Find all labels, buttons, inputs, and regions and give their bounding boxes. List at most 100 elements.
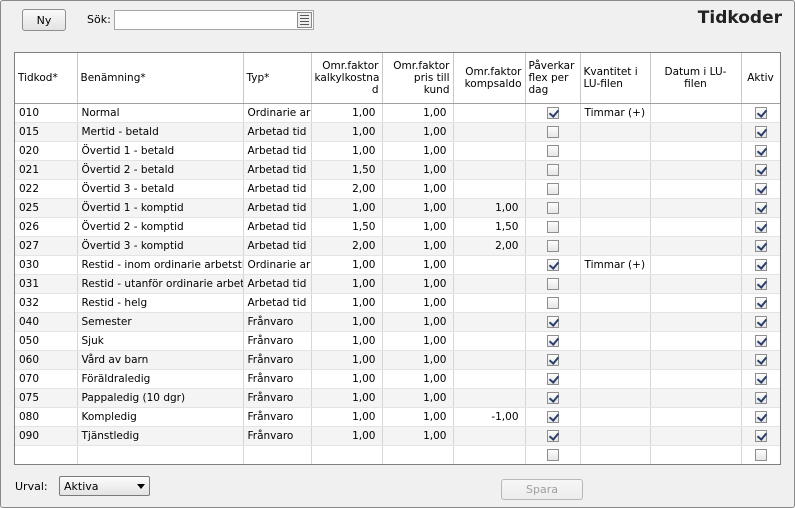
table-row[interactable]: [15, 445, 780, 464]
col-datum-cell[interactable]: [650, 369, 742, 389]
col-datum-cell[interactable]: [650, 236, 742, 256]
col-tidkod-cell[interactable]: [15, 445, 78, 464]
aktiv-checkbox[interactable]: [754, 410, 767, 423]
aktiv-checkbox[interactable]: [754, 277, 767, 290]
col-typ-cell[interactable]: Frånvaro: [243, 369, 312, 389]
col-benamning-cell[interactable]: Övertid 3 - betald: [77, 179, 244, 199]
table-row[interactable]: 080 Kompledig Frånvaro 1,00 1,00 -1,00: [15, 407, 780, 427]
col-omr-kalk-cell[interactable]: 1,00: [311, 407, 383, 427]
table-row[interactable]: 022 Övertid 3 - betald Arbetad tid 2,00 1,00: [15, 179, 780, 199]
table-row[interactable]: 031 Restid - utanför ordinarie arbetst Arb…: [15, 274, 780, 294]
col-datum-header[interactable]: Datum i LU-filen: [650, 53, 742, 104]
col-omr-komp-cell[interactable]: [453, 160, 526, 180]
paverkar-flex-checkbox[interactable]: [546, 448, 559, 461]
col-datum-cell[interactable]: [650, 122, 742, 142]
col-tidkod-cell[interactable]: 050: [15, 331, 78, 351]
aktiv-checkbox[interactable]: [754, 258, 767, 271]
col-benamning-cell[interactable]: Föräldraledig: [77, 369, 244, 389]
col-omr-komp-cell[interactable]: [453, 369, 526, 389]
col-benamning-cell[interactable]: Kompledig: [77, 407, 244, 427]
col-typ-cell[interactable]: Arbetad tid: [243, 217, 312, 237]
paverkar-flex-checkbox[interactable]: [546, 106, 559, 119]
col-typ-cell[interactable]: Frånvaro: [243, 407, 312, 427]
col-datum-cell[interactable]: [650, 407, 742, 427]
table-row[interactable]: 050 Sjuk Frånvaro 1,00 1,00: [15, 331, 780, 351]
col-kvantitet-cell[interactable]: [580, 160, 651, 180]
col-typ-cell[interactable]: Frånvaro: [243, 312, 312, 332]
col-tidkod-cell[interactable]: 075: [15, 388, 78, 408]
aktiv-checkbox[interactable]: [754, 391, 767, 404]
table-row[interactable]: 040 Semester Frånvaro 1,00 1,00: [15, 312, 780, 332]
aktiv-checkbox[interactable]: [754, 372, 767, 385]
col-omr-komp-cell[interactable]: [453, 331, 526, 351]
col-omr-pris-cell[interactable]: 1,00: [382, 236, 454, 256]
col-typ-cell[interactable]: Arbetad tid: [243, 160, 312, 180]
col-tidkod-cell[interactable]: 010: [15, 103, 78, 123]
col-typ-cell[interactable]: Arbetad tid: [243, 198, 312, 218]
col-omr-kalk-cell[interactable]: 1,50: [311, 160, 383, 180]
aktiv-checkbox[interactable]: [754, 201, 767, 214]
col-omr-kalk-cell[interactable]: 1,00: [311, 312, 383, 332]
col-kvantitet-cell[interactable]: [580, 369, 651, 389]
aktiv-checkbox[interactable]: [754, 239, 767, 252]
col-typ-cell[interactable]: Ordinarie arb: [243, 103, 312, 123]
col-benamning-cell[interactable]: Mertid - betald: [77, 122, 244, 142]
filter-select[interactable]: Aktiva: [59, 476, 150, 496]
col-omr-pris-cell[interactable]: 1,00: [382, 274, 454, 294]
col-kvantitet-cell[interactable]: [580, 141, 651, 161]
aktiv-checkbox[interactable]: [754, 429, 767, 442]
col-omr-pris-cell[interactable]: 1,00: [382, 160, 454, 180]
col-omr-pris-cell[interactable]: 1,00: [382, 293, 454, 313]
col-omr-kalk-cell[interactable]: 2,00: [311, 236, 383, 256]
col-benamning-header[interactable]: Benämning*: [77, 53, 244, 104]
col-omr-komp-cell[interactable]: [453, 445, 526, 464]
list-icon[interactable]: [297, 12, 312, 28]
col-tidkod-cell[interactable]: 027: [15, 236, 78, 256]
col-tidkod-cell[interactable]: 022: [15, 179, 78, 199]
col-kvantitet-cell[interactable]: [580, 274, 651, 294]
col-datum-cell[interactable]: [650, 141, 742, 161]
paverkar-flex-checkbox[interactable]: [546, 258, 559, 271]
col-omr-komp-cell[interactable]: 1,50: [453, 217, 526, 237]
col-omr-pris-cell[interactable]: [382, 445, 454, 464]
col-datum-cell[interactable]: [650, 445, 742, 464]
table-row[interactable]: 070 Föräldraledig Frånvaro 1,00 1,00: [15, 369, 780, 389]
col-kvantitet-cell[interactable]: [580, 179, 651, 199]
col-typ-cell[interactable]: [243, 445, 312, 464]
col-tidkod-cell[interactable]: 090: [15, 426, 78, 446]
col-tidkod-cell[interactable]: 030: [15, 255, 78, 275]
col-omr-pris-cell[interactable]: 1,00: [382, 122, 454, 142]
col-omr-komp-cell[interactable]: [453, 274, 526, 294]
paverkar-flex-checkbox[interactable]: [546, 182, 559, 195]
col-tidkod-header[interactable]: Tidkod*: [15, 53, 78, 104]
col-tidkod-cell[interactable]: 070: [15, 369, 78, 389]
col-omr-pris-cell[interactable]: 1,00: [382, 369, 454, 389]
table-row[interactable]: 030 Restid - inom ordinarie arbetstid Ordi…: [15, 255, 780, 275]
col-kvantitet-cell[interactable]: [580, 293, 651, 313]
table-row[interactable]: 075 Pappaledig (10 dgr) Frånvaro 1,00 1,00: [15, 388, 780, 408]
col-omr-kalk-cell[interactable]: 1,00: [311, 103, 383, 123]
col-tidkod-cell[interactable]: 032: [15, 293, 78, 313]
col-benamning-cell[interactable]: Normal: [77, 103, 244, 123]
paverkar-flex-checkbox[interactable]: [546, 372, 559, 385]
col-omr-kalk-cell[interactable]: 1,00: [311, 198, 383, 218]
col-omr-pris-cell[interactable]: 1,00: [382, 350, 454, 370]
col-omr-komp-cell[interactable]: [453, 426, 526, 446]
col-typ-cell[interactable]: Arbetad tid: [243, 141, 312, 161]
paverkar-flex-checkbox[interactable]: [546, 239, 559, 252]
col-datum-cell[interactable]: [650, 312, 742, 332]
col-benamning-cell[interactable]: Semester: [77, 312, 244, 332]
col-datum-cell[interactable]: [650, 217, 742, 237]
col-typ-cell[interactable]: Arbetad tid: [243, 274, 312, 294]
paverkar-flex-checkbox[interactable]: [546, 429, 559, 442]
col-kvantitet-cell[interactable]: [580, 217, 651, 237]
col-benamning-cell[interactable]: Restid - inom ordinarie arbetstid: [77, 255, 244, 275]
col-tidkod-cell[interactable]: 080: [15, 407, 78, 427]
col-benamning-cell[interactable]: [77, 445, 244, 464]
table-row[interactable]: 015 Mertid - betald Arbetad tid 1,00 1,00: [15, 122, 780, 142]
col-omr-kalk-cell[interactable]: 1,00: [311, 274, 383, 294]
col-benamning-cell[interactable]: Övertid 1 - komptid: [77, 198, 244, 218]
col-omr-pris-cell[interactable]: 1,00: [382, 141, 454, 161]
paverkar-flex-checkbox[interactable]: [546, 201, 559, 214]
table-row[interactable]: 060 Vård av barn Frånvaro 1,00 1,00: [15, 350, 780, 370]
